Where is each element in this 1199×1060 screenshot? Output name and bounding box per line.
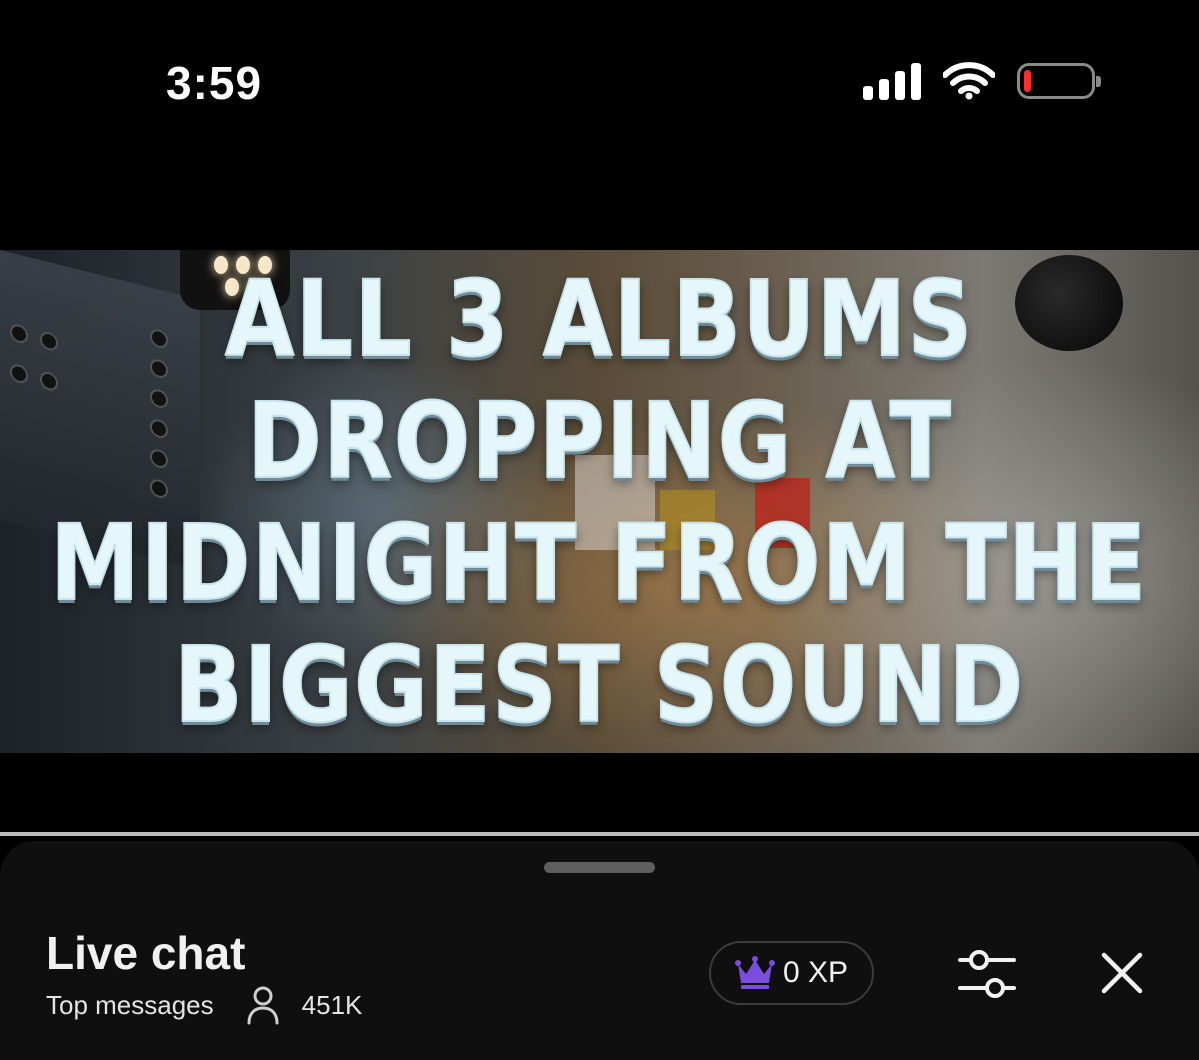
chat-filter-button[interactable] xyxy=(956,945,1018,1003)
close-icon xyxy=(1101,952,1143,994)
chat-mode-selector[interactable]: Top messages xyxy=(46,988,214,1022)
wifi-icon xyxy=(943,62,995,100)
xp-button[interactable]: 0 XP xyxy=(709,941,874,1005)
drag-handle[interactable] xyxy=(544,862,655,873)
caption-line: MIDNIGHT FROM THE xyxy=(50,501,1149,625)
video-player[interactable]: ALL 3 ALBUMS DROPPING AT MIDNIGHT FROM T… xyxy=(0,165,1199,835)
viewer-count-value: 451K xyxy=(301,990,363,1020)
status-bar: 3:59 xyxy=(0,0,1199,165)
caption-line: ALL 3 ALBUMS xyxy=(224,257,974,381)
status-icons xyxy=(863,58,1101,104)
video-frame[interactable]: ALL 3 ALBUMS DROPPING AT MIDNIGHT FROM T… xyxy=(0,250,1199,753)
live-chat-title: Live chat xyxy=(46,927,246,979)
video-caption: ALL 3 ALBUMS DROPPING AT MIDNIGHT FROM T… xyxy=(0,250,1199,753)
viewer-count: 451K xyxy=(246,985,363,1025)
video-progress-bar[interactable] xyxy=(0,832,1199,836)
screen: 3:59 ALL 3 ALBUMS DROPPING AT MIDNIGHT F… xyxy=(0,0,1199,1060)
live-chat-panel: Live chat Top messages 451K 0 XP xyxy=(0,841,1199,1060)
xp-label: 0 XP xyxy=(782,956,849,989)
person-icon xyxy=(247,986,279,1025)
crown-icon xyxy=(734,956,775,989)
caption-line: DROPPING AT xyxy=(246,379,953,503)
sliders-icon xyxy=(958,950,1016,998)
battery-icon xyxy=(1017,63,1101,99)
signal-icon xyxy=(863,62,921,100)
caption-line: BIGGEST SOUND xyxy=(173,623,1025,747)
battery-level xyxy=(1024,70,1031,92)
close-chat-button[interactable] xyxy=(1097,948,1147,998)
live-chat-subheader: Top messages 451K xyxy=(46,985,362,1025)
status-time: 3:59 xyxy=(166,57,263,109)
